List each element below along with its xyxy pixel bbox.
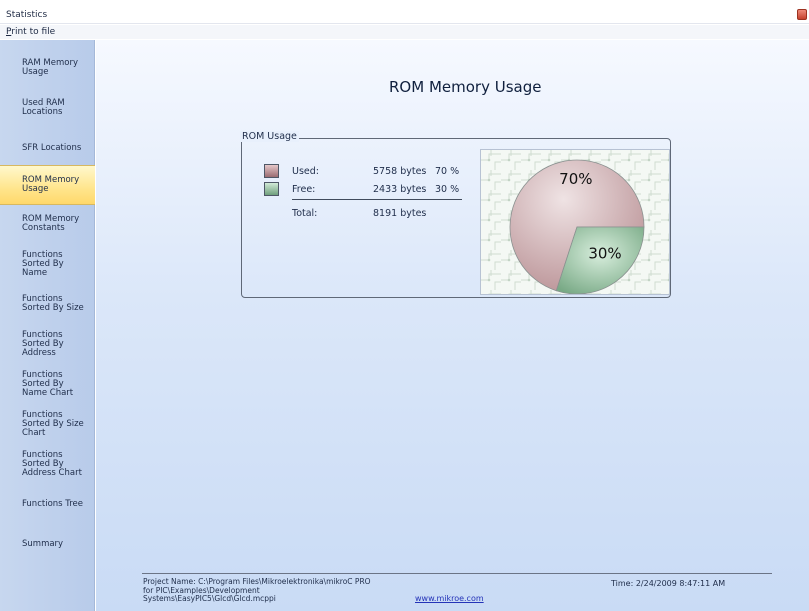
used-percent: 70 %: [435, 166, 460, 177]
sidebar-item-functions-by-size[interactable]: Functions Sorted By Size: [0, 284, 95, 324]
sidebar-item-sfr-locations[interactable]: SFR Locations: [0, 128, 95, 168]
sidebar-item-functions-by-address-chart[interactable]: Functions Sorted By Address Chart: [0, 444, 95, 484]
total-value: 8191 bytes: [373, 208, 427, 219]
sidebar-item-rom-memory-usage[interactable]: ROM Memory Usage: [0, 165, 95, 205]
close-button[interactable]: [797, 9, 807, 20]
title-bar: Statistics: [0, 0, 809, 24]
sidebar-item-used-ram-locations[interactable]: Used RAM Locations: [0, 88, 95, 128]
sidebar-item-functions-tree[interactable]: Functions Tree: [0, 484, 95, 524]
window-title: Statistics: [6, 10, 48, 20]
menu-bar: Print to file: [0, 25, 809, 39]
pie-label-free: 30%: [588, 245, 621, 263]
free-label: Free:: [292, 184, 316, 195]
pie-chart: 70% 30%: [480, 149, 670, 295]
page-title: ROM Memory Usage: [389, 78, 542, 96]
pie-chart-svg: 70% 30%: [481, 150, 669, 294]
sidebar-item-summary[interactable]: Summary: [0, 524, 95, 564]
used-label: Used:: [292, 166, 319, 177]
total-label: Total:: [292, 208, 318, 219]
total-separator: [292, 199, 462, 200]
footer-divider: [142, 573, 772, 574]
group-label: ROM Usage: [240, 131, 299, 142]
free-percent: 30 %: [435, 184, 460, 195]
sidebar-item-ram-memory-usage[interactable]: RAM Memory Usage: [0, 48, 95, 88]
project-name: Project Name: C:\Program Files\Mikroelek…: [143, 577, 371, 603]
used-color-swatch: [264, 164, 279, 178]
print-to-file-menu[interactable]: Print to file: [6, 27, 55, 37]
free-color-swatch: [264, 182, 279, 196]
sidebar-item-functions-by-name-chart[interactable]: Functions Sorted By Name Chart: [0, 364, 95, 404]
sidebar-item-functions-by-size-chart[interactable]: Functions Sorted By Size Chart: [0, 404, 95, 444]
sidebar-item-functions-by-name[interactable]: Functions Sorted By Name: [0, 244, 95, 284]
pie-label-used: 70%: [559, 170, 592, 188]
used-value: 5758 bytes: [373, 166, 427, 177]
sidebar-item-rom-memory-constants[interactable]: ROM Memory Constants: [0, 204, 95, 244]
timestamp: Time: 2/24/2009 8:47:11 AM: [611, 579, 726, 588]
sidebar: RAM Memory Usage Used RAM Locations SFR Lo…: [0, 40, 95, 611]
website-link[interactable]: www.mikroe.com: [415, 594, 484, 603]
rom-usage-group: ROM Usage Used: 5758 bytes 70 % Free: 24…: [240, 131, 671, 298]
main-panel: ROM Memory Usage ROM Usage Used: 5758 by…: [96, 40, 809, 611]
sidebar-item-functions-by-address[interactable]: Functions Sorted By Address: [0, 324, 95, 364]
free-value: 2433 bytes: [373, 184, 427, 195]
